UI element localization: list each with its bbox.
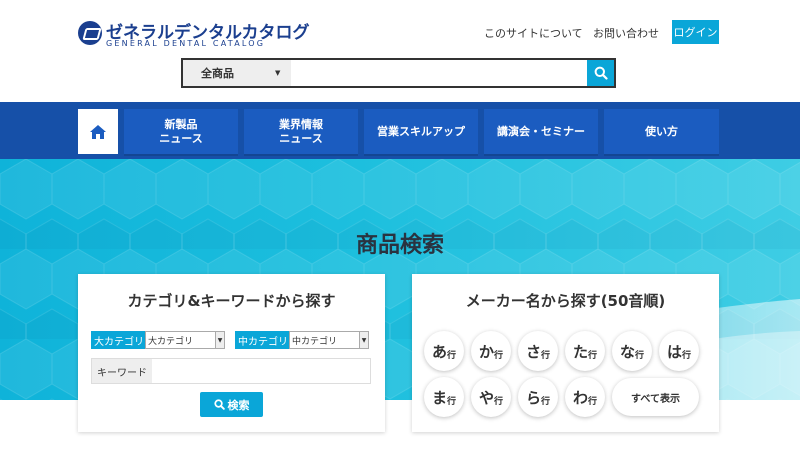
kana-button-wa[interactable]: わ行	[565, 377, 605, 417]
kana-button-ya[interactable]: や行	[471, 377, 511, 417]
kana-button-a[interactable]: あ行	[424, 331, 464, 371]
search-scope-value: 全商品	[201, 67, 234, 80]
nav-how-to-use[interactable]: 使い方	[604, 109, 719, 154]
maker-panel-title: メーカー名から探す(50音順)	[465, 292, 666, 310]
kana-button-ta[interactable]: た行	[565, 331, 605, 371]
category-search-label: 検索	[227, 398, 250, 412]
middle-category-value: 中カテゴリ	[292, 336, 338, 347]
search-icon	[213, 399, 225, 410]
middle-category-label: 中カテゴリ	[235, 331, 289, 349]
middle-category-select[interactable]: 中カテゴリ ▼	[289, 331, 369, 349]
nav-new-products[interactable]: 新製品 ニュース	[124, 109, 238, 154]
keyword-row: キーワード	[91, 358, 371, 384]
keyword-label: キーワード	[92, 359, 152, 383]
select-arrow-icon: ▼	[215, 332, 224, 348]
kana-button-ra[interactable]: ら行	[518, 377, 558, 417]
category-panel-title: カテゴリ&キーワードから探す	[127, 292, 336, 310]
caret-down-icon: ▼	[275, 69, 281, 77]
kana-button-ma[interactable]: ま行	[424, 377, 464, 417]
nav-sales-skill[interactable]: 営業スキルアップ	[364, 109, 478, 154]
kana-button-sa[interactable]: さ行	[518, 331, 558, 371]
page-title: 商品検索	[355, 233, 444, 258]
logo-english: GENERAL DENTAL CATALOG	[106, 39, 266, 48]
kana-button-na[interactable]: な行	[612, 331, 652, 371]
search-button[interactable]	[587, 60, 614, 86]
search-input[interactable]	[291, 60, 587, 86]
major-category-value: 大カテゴリ	[148, 336, 194, 347]
nav-home[interactable]	[78, 109, 118, 154]
nav-industry-news[interactable]: 業界情報 ニュース	[244, 109, 358, 154]
main-nav: 新製品 ニュース 業界情報 ニュース 営業スキルアップ 講演会・セミナー 使い方	[0, 102, 800, 159]
kana-button-ka[interactable]: か行	[471, 331, 511, 371]
nav-seminars[interactable]: 講演会・セミナー	[484, 109, 598, 154]
search-bar: 全商品 ▼	[181, 58, 616, 88]
contact-link[interactable]: お問い合わせ	[593, 25, 659, 41]
about-link[interactable]: このサイトについて	[484, 25, 583, 41]
logo-mark-icon	[78, 21, 102, 45]
major-category-label: 大カテゴリ	[91, 331, 145, 349]
search-scope-select[interactable]: 全商品 ▼	[183, 60, 291, 86]
category-search-button[interactable]: 検索	[200, 392, 263, 417]
keyword-input[interactable]	[152, 359, 370, 383]
kana-button-ha[interactable]: は行	[659, 331, 699, 371]
show-all-button[interactable]: すべて表示	[612, 378, 699, 416]
search-icon	[594, 66, 608, 80]
login-button[interactable]: ログイン	[672, 20, 719, 44]
home-icon	[90, 124, 106, 139]
site-header: ゼネラルデンタルカタログ GENERAL DENTAL CATALOG このサイ…	[0, 0, 800, 102]
select-arrow-icon: ▼	[359, 332, 368, 348]
site-logo[interactable]: ゼネラルデンタルカタログ GENERAL DENTAL CATALOG	[78, 18, 310, 48]
major-category-select[interactable]: 大カテゴリ ▼	[145, 331, 225, 349]
